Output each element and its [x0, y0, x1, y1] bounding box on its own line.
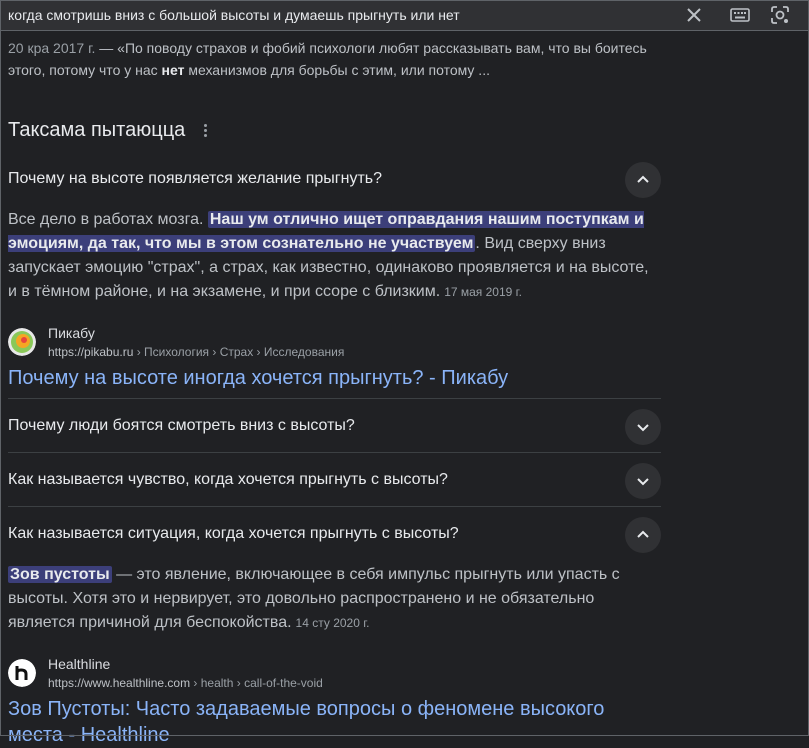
- paa-question-3[interactable]: Как называется чувство, когда хочется пр…: [8, 452, 661, 506]
- chevron-up-icon: [637, 530, 649, 538]
- expand-button[interactable]: [625, 463, 661, 499]
- source-name: Пикабу: [48, 325, 95, 341]
- result-link-healthline[interactable]: Зов Пустоты: Часто задаваемые вопросы о …: [8, 696, 661, 748]
- results-content: 20 кра 2017 г. — «По поводу страхов и фо…: [8, 31, 661, 748]
- pikabu-logo-icon: [8, 328, 36, 356]
- healthline-logo-icon: [8, 659, 36, 687]
- answer-source-1: Пикабу https://pikabu.ru › Психология › …: [8, 323, 661, 361]
- answer-date: 17 мая 2019 г.: [444, 285, 522, 299]
- search-bar: [0, 0, 809, 31]
- more-dot-icon: [203, 123, 207, 127]
- result-link-pikabu[interactable]: Почему на высоте иногда хочется прыгнуть…: [8, 365, 661, 391]
- source-url-path: › health › call-of-the-void: [190, 676, 323, 690]
- answer-highlight: Зов пустоты: [8, 566, 112, 583]
- source-url-base: https://pikabu.ru: [48, 345, 134, 359]
- paa-question-2[interactable]: Почему люди боятся смотреть вниз с высот…: [8, 398, 661, 452]
- search-input[interactable]: [8, 5, 668, 25]
- paa-header: Таксама пытаюцца: [8, 114, 661, 146]
- source-url-path: › Психология › Страх › Исследования: [133, 345, 345, 359]
- answer-date: 14 сту 2020 г.: [295, 616, 370, 630]
- collapse-button[interactable]: [625, 517, 661, 553]
- clear-search-button[interactable]: [684, 5, 704, 25]
- expand-button[interactable]: [625, 409, 661, 445]
- paa-answer-4: Зов пустоты — это явление, включающее в …: [8, 563, 661, 635]
- close-icon: [687, 8, 701, 22]
- paa-question-1[interactable]: Почему на высоте появляется желание прыг…: [8, 152, 661, 205]
- paa-answer-1: Все дело в работах мозга. Наш ум отлично…: [8, 208, 661, 304]
- source-name: Healthline: [48, 656, 111, 672]
- chevron-down-icon: [637, 478, 649, 486]
- camera-lens-icon: [771, 6, 789, 24]
- keyboard-icon: [730, 8, 750, 22]
- collapse-button[interactable]: [625, 162, 661, 198]
- source-url: https://pikabu.ru › Психология › Страх ›…: [48, 343, 344, 361]
- lens-search-button[interactable]: [770, 5, 790, 25]
- source-url-base: https://www.healthline.com: [48, 676, 191, 690]
- top-snippet: 20 кра 2017 г. — «По поводу страхов и фо…: [8, 37, 661, 81]
- more-dot-icon: [203, 133, 207, 137]
- chevron-down-icon: [637, 424, 649, 432]
- snippet-text-after: механизмов для борьбы с этим, или потому…: [184, 62, 490, 78]
- paa-question-text: Почему на высоте появляется желание прыг…: [8, 169, 383, 187]
- paa-question-text: Как называется ситуация, когда хочется п…: [8, 524, 459, 542]
- snippet-date: 20 кра 2017 г.: [8, 40, 96, 56]
- paa-title: Таксама пытаюцца: [8, 118, 186, 141]
- snippet-dash: —: [95, 40, 118, 56]
- paa-question-text: Почему люди боятся смотреть вниз с высот…: [8, 416, 355, 434]
- more-options-button[interactable]: [197, 119, 213, 141]
- answer-source-4: Healthline https://www.healthline.com › …: [8, 654, 661, 692]
- snippet-bold: нет: [161, 62, 185, 78]
- paa-question-4[interactable]: Как называется ситуация, когда хочется п…: [8, 506, 661, 560]
- source-url: https://www.healthline.com › health › ca…: [48, 674, 323, 692]
- more-dot-icon: [203, 128, 207, 132]
- paa-question-text: Как называется чувство, когда хочется пр…: [8, 470, 448, 488]
- chevron-up-icon: [637, 175, 649, 183]
- answer-prefix: Все дело в работах мозга.: [8, 211, 208, 228]
- keyboard-button[interactable]: [730, 5, 750, 25]
